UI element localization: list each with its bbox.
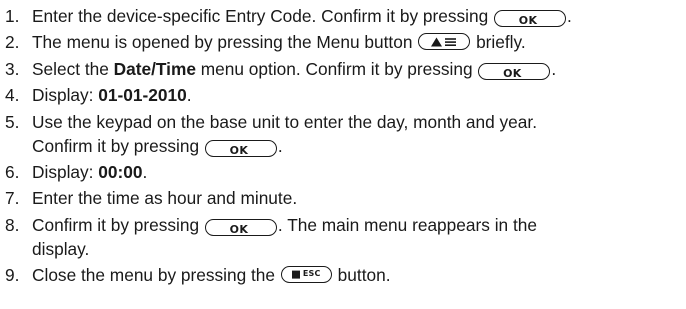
step-6-punct: .	[142, 161, 148, 182]
step-text: The menu is opened by pressing the Menu …	[32, 30, 686, 54]
step-number: 5.	[5, 111, 20, 132]
step-text: Select the Date/Time menu option. Confir…	[32, 57, 686, 81]
step-number: 6.	[5, 161, 20, 182]
menu-up-arrow-lines-icon	[431, 37, 457, 47]
step-number: 1.	[5, 6, 20, 26]
ok-key-symbol: OK	[204, 139, 277, 157]
step-number: 7.	[5, 188, 20, 209]
step-5-punct: .	[277, 135, 283, 156]
step-text: Confirm it by pressing OK . The main menu…	[32, 213, 686, 261]
step-text: Display: 00:00.	[32, 160, 686, 184]
ok-key-label: OK	[518, 14, 538, 27]
instruction-list: 1. Enter the device-specific Entry Code.…	[5, 4, 686, 287]
step-3-text: Select the	[32, 58, 109, 79]
ok-key-label: OK	[229, 143, 249, 157]
step-number: 9.	[5, 265, 20, 286]
step-number: 4.	[5, 85, 20, 106]
step-9-text: Close the menu by pressing the	[32, 265, 276, 286]
step-8-line-1: Confirm it by pressing OK . The main menu…	[32, 213, 686, 237]
step-2-text: The menu is opened by pressing the Menu …	[32, 32, 413, 53]
step-3-middle: menu option. Confirm it by pressing	[200, 58, 473, 79]
step-text: Enter the time as hour and minute.	[32, 188, 298, 209]
list-item: 3. Select the Date/Time menu option. Con…	[5, 57, 686, 81]
step-text: Enter the device-specific Entry Code. Co…	[32, 4, 686, 28]
step-text: Display: 01-01-2010.	[32, 83, 686, 107]
step-4-text: Display:	[32, 85, 94, 106]
list-item: 6. Display: 00:00.	[5, 160, 686, 184]
esc-key-symbol: ESC	[280, 266, 332, 284]
list-item: 8. Confirm it by pressing OK . The main m…	[5, 213, 686, 261]
step-3-punct: .	[551, 58, 557, 79]
step-6-text: Display:	[32, 161, 94, 182]
display-value: 01-01-2010	[98, 85, 187, 106]
step-5-line-2: Confirm it by pressing OK.	[32, 134, 686, 158]
ok-key-label: OK	[229, 222, 249, 236]
display-value: 00:00	[98, 161, 143, 182]
step-2-after: briefly.	[476, 32, 526, 53]
step-1-punct: .	[567, 6, 572, 26]
list-item: 9. Close the menu by pressing the ESC bu…	[5, 263, 686, 287]
menu-option-name: Date/Time	[113, 58, 196, 79]
step-8-after: . The main menu reappears in the	[277, 214, 537, 235]
step-number: 8.	[5, 214, 20, 235]
ok-key-symbol: OK	[494, 10, 567, 27]
step-5-confirm-text: Confirm it by pressing	[32, 135, 200, 156]
step-number: 2.	[5, 32, 20, 53]
step-5-line-1: Use the keypad on the base unit to enter…	[32, 111, 538, 132]
ok-key-label: OK	[503, 66, 522, 80]
step-9-after: button.	[337, 265, 391, 286]
list-item: 7. Enter the time as hour and minute.	[5, 186, 686, 210]
step-8-line-2: display.	[32, 238, 90, 259]
step-text: Close the menu by pressing the ESC butto…	[32, 263, 686, 287]
ok-key-symbol: OK	[478, 62, 551, 80]
list-item: 4. Display: 01-01-2010.	[5, 83, 686, 107]
esc-key-label: ESC	[302, 269, 321, 279]
step-number: 3.	[5, 58, 20, 79]
list-item: 5. Use the keypad on the base unit to en…	[5, 110, 686, 158]
ok-key-symbol: OK	[204, 218, 277, 236]
list-item: 1. Enter the device-specific Entry Code.…	[5, 4, 686, 28]
step-1-text: Enter the device-specific Entry Code. Co…	[32, 6, 489, 26]
step-8-text: Confirm it by pressing	[32, 214, 200, 235]
menu-key-symbol	[418, 33, 471, 51]
step-text: Use the keypad on the base unit to enter…	[32, 110, 686, 158]
list-item: 2. The menu is opened by pressing the Me…	[5, 30, 686, 54]
step-4-punct: .	[186, 85, 192, 106]
